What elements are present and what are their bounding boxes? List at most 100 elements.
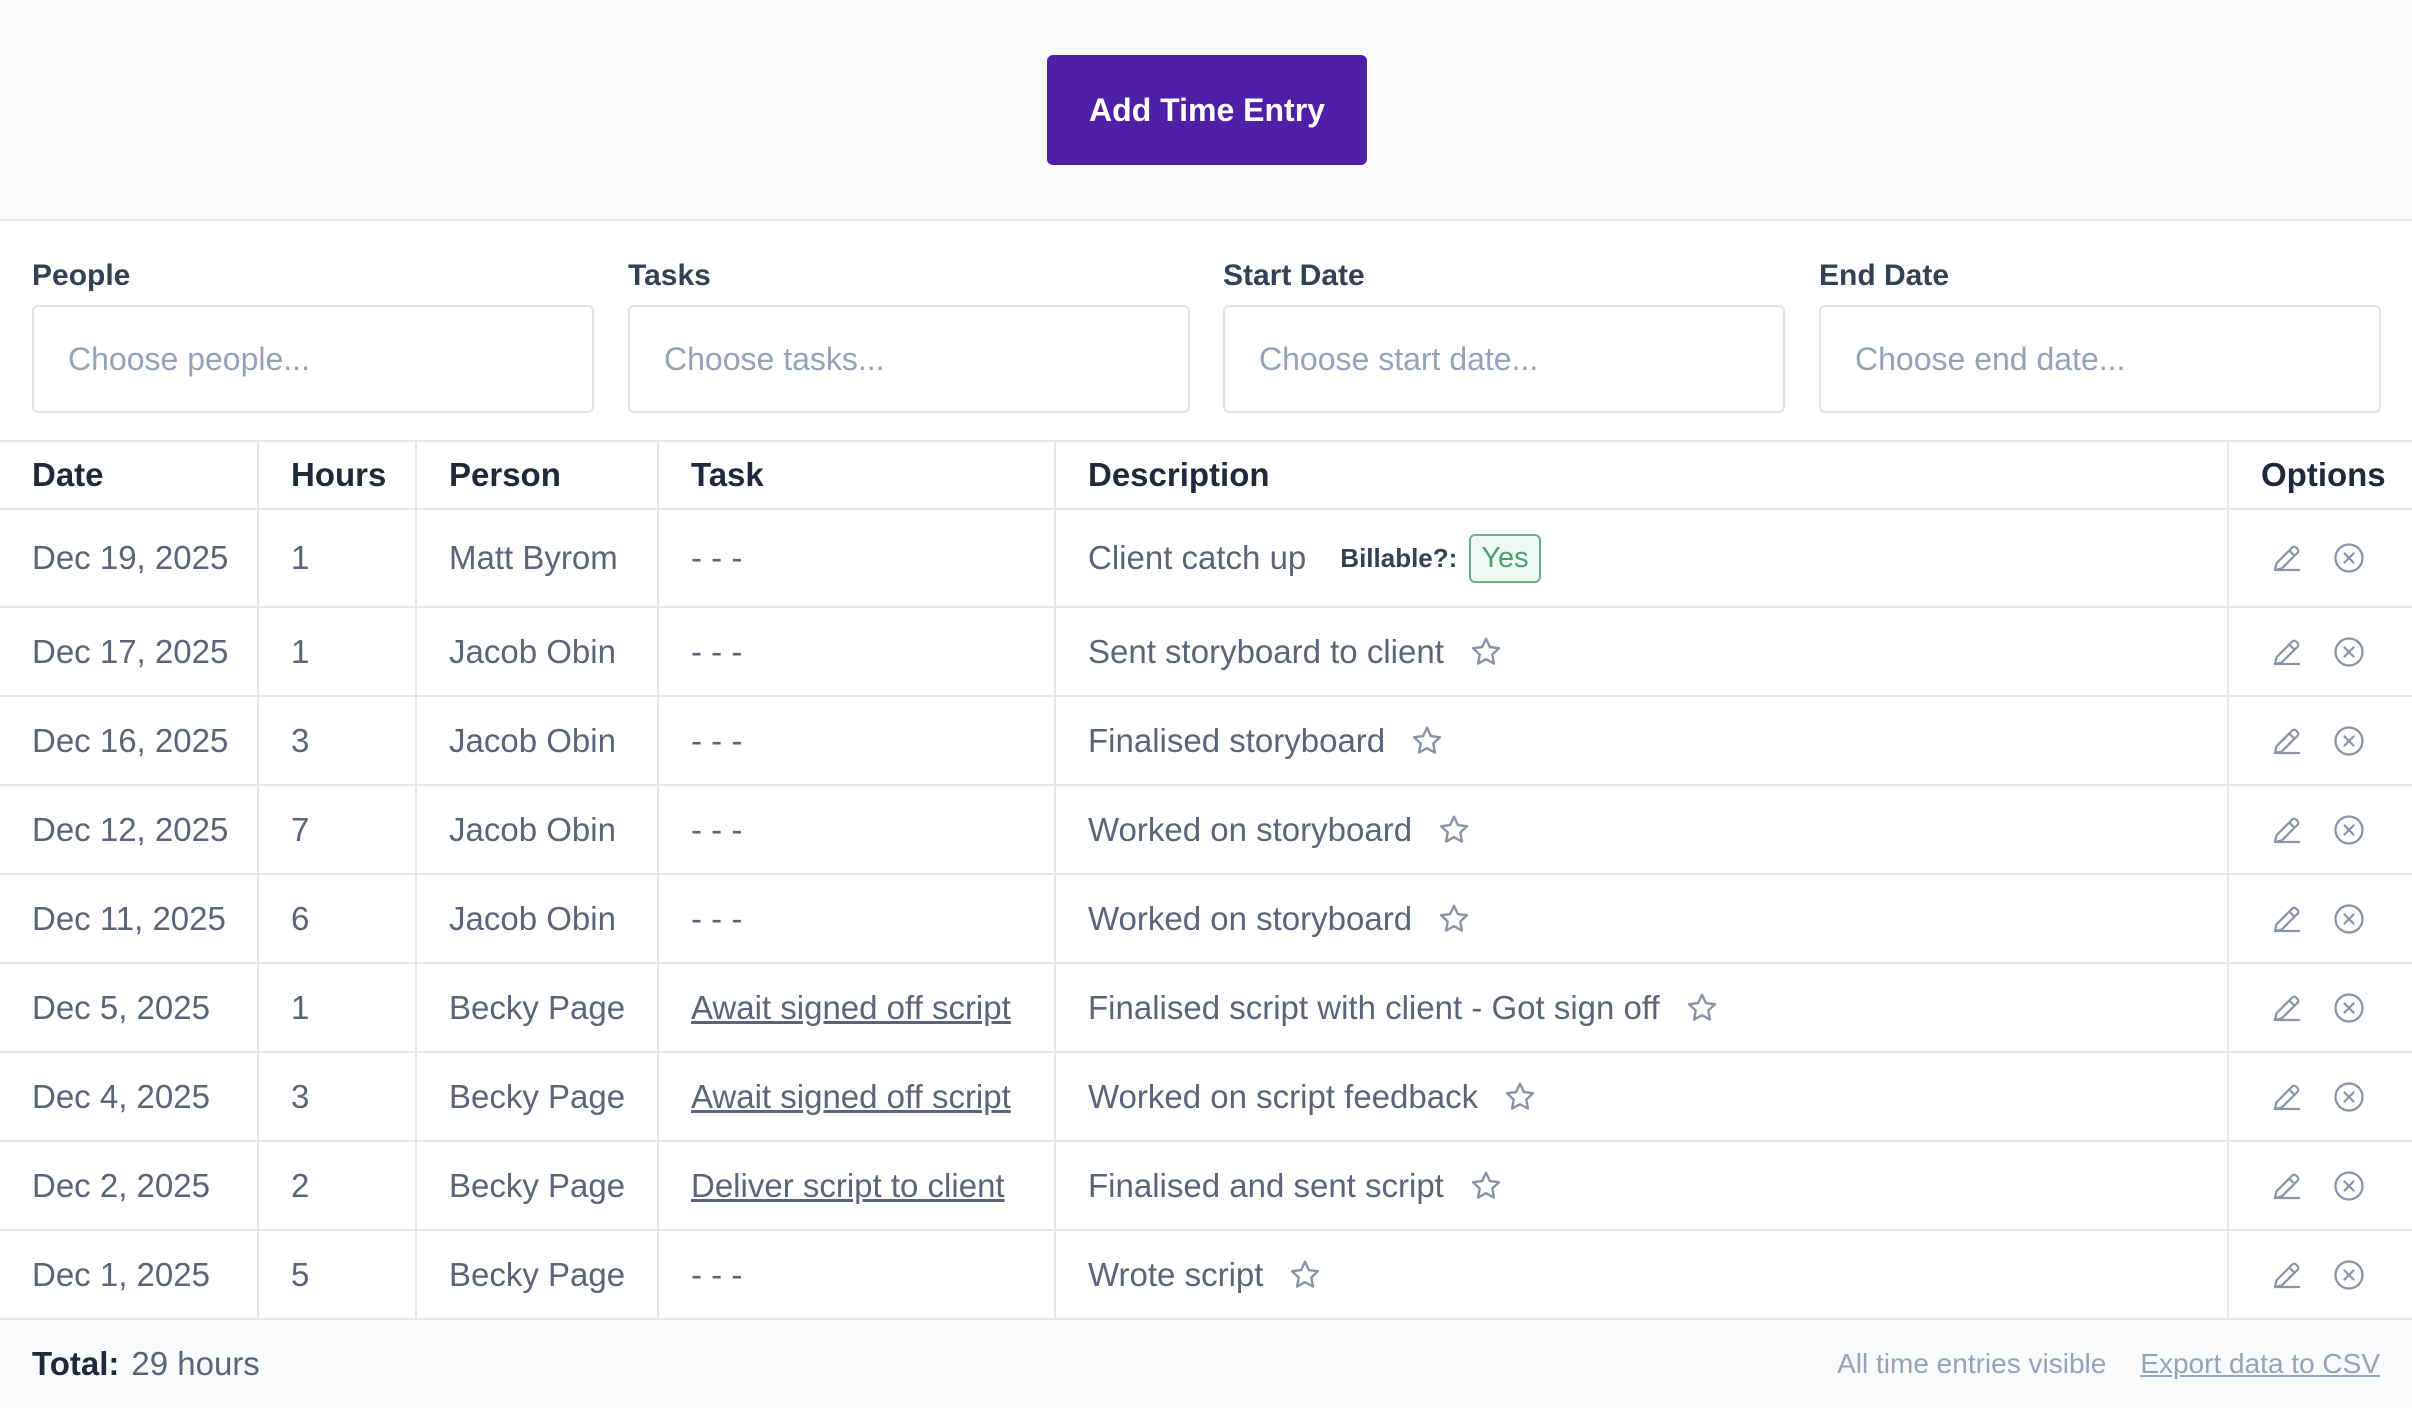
table-footer: Total: 29 hours All time entries visible… — [0, 1320, 2412, 1408]
column-header-person[interactable]: Person — [416, 441, 659, 510]
task-link[interactable]: Deliver script to client — [691, 1167, 1005, 1204]
star-icon[interactable] — [1468, 1168, 1504, 1204]
column-header-task[interactable]: Task — [658, 441, 1056, 510]
cell-date: Dec 16, 2025 — [0, 696, 259, 786]
description-text: Finalised and sent script — [1088, 1166, 1444, 1204]
people-filter-label: People — [32, 259, 131, 292]
star-icon[interactable] — [1436, 901, 1472, 937]
edit-icon[interactable] — [2269, 1168, 2305, 1204]
cell-date: Dec 5, 2025 — [0, 963, 259, 1053]
cell-task: - - - — [658, 1230, 1056, 1320]
cell-hours: 5 — [258, 1230, 417, 1320]
table-header-row: Date Hours Person Task Description Optio… — [0, 441, 2412, 510]
task-link[interactable]: Await signed off script — [691, 1078, 1011, 1115]
cell-description: Finalised script with client - Got sign … — [1055, 963, 2229, 1053]
edit-icon[interactable] — [2269, 634, 2305, 670]
star-icon[interactable] — [1436, 812, 1472, 848]
delete-icon[interactable] — [2331, 634, 2367, 670]
cell-task: - - - — [658, 696, 1056, 786]
star-icon[interactable] — [1468, 634, 1504, 670]
cell-options — [2228, 607, 2412, 697]
column-header-description[interactable]: Description — [1055, 441, 2229, 510]
table-row: Dec 12, 2025 7 Jacob Obin - - - Worked on st… — [0, 785, 2412, 875]
cell-date: Dec 12, 2025 — [0, 785, 259, 875]
tasks-select[interactable]: Choose tasks... — [628, 305, 1190, 413]
cell-date: Dec 19, 2025 — [0, 509, 259, 608]
table-row: Dec 17, 2025 1 Jacob Obin - - - Sent storybo… — [0, 607, 2412, 697]
task-empty: - - - — [691, 632, 743, 670]
edit-icon[interactable] — [2269, 1079, 2305, 1115]
description-text: Finalised script with client - Got sign … — [1088, 988, 1660, 1026]
star-icon[interactable] — [1409, 723, 1445, 759]
cell-description: Finalised and sent script — [1055, 1141, 2229, 1231]
star-icon[interactable] — [1287, 1257, 1323, 1293]
end-date-input[interactable]: Choose end date... — [1819, 305, 2381, 413]
add-time-entry-button[interactable]: Add Time Entry — [1047, 55, 1367, 165]
edit-icon[interactable] — [2269, 901, 2305, 937]
task-empty: - - - — [691, 810, 743, 848]
cell-date: Dec 17, 2025 — [0, 607, 259, 697]
top-bar: Add Time Entry — [0, 0, 2412, 221]
cell-person: Becky Page — [416, 1052, 659, 1142]
cell-options — [2228, 963, 2412, 1053]
cell-hours: 7 — [258, 785, 417, 875]
task-link[interactable]: Await signed off script — [691, 989, 1011, 1026]
cell-hours: 3 — [258, 1052, 417, 1142]
delete-icon[interactable] — [2331, 540, 2367, 576]
total-hours: 29 hours — [131, 1345, 260, 1382]
star-icon[interactable] — [1502, 1079, 1538, 1115]
cell-task: Await signed off script — [658, 1052, 1056, 1142]
task-empty: - - - — [691, 721, 743, 759]
edit-icon[interactable] — [2269, 1257, 2305, 1293]
cell-description: Sent storyboard to client — [1055, 607, 2229, 697]
total-label: Total: — [32, 1345, 120, 1382]
billable-label: Billable?: — [1340, 542, 1458, 573]
cell-person: Jacob Obin — [416, 874, 659, 964]
cell-task: - - - — [658, 509, 1056, 608]
cell-date: Dec 4, 2025 — [0, 1052, 259, 1142]
table-row: Dec 5, 2025 1 Becky Page Await signed off s… — [0, 963, 2412, 1053]
column-header-date[interactable]: Date — [0, 441, 259, 510]
cell-hours: 1 — [258, 963, 417, 1053]
cell-description: Worked on script feedback — [1055, 1052, 2229, 1142]
export-csv-link[interactable]: Export data to CSV — [2140, 1348, 2380, 1380]
delete-icon[interactable] — [2331, 990, 2367, 1026]
cell-task: - - - — [658, 785, 1056, 875]
table-row: Dec 19, 2025 1 Matt Byrom - - - Client catch… — [0, 509, 2412, 608]
edit-icon[interactable] — [2269, 723, 2305, 759]
delete-icon[interactable] — [2331, 901, 2367, 937]
delete-icon[interactable] — [2331, 723, 2367, 759]
description-text: Worked on script feedback — [1088, 1077, 1479, 1115]
edit-icon[interactable] — [2269, 540, 2305, 576]
edit-icon[interactable] — [2269, 990, 2305, 1026]
end-date-filter: End Date Choose end date... — [1819, 255, 2381, 413]
delete-icon[interactable] — [2331, 1257, 2367, 1293]
cell-person: Jacob Obin — [416, 607, 659, 697]
cell-person: Matt Byrom — [416, 509, 659, 608]
table-row: Dec 1, 2025 5 Becky Page - - - Wrote script — [0, 1230, 2412, 1320]
star-icon[interactable] — [1684, 990, 1720, 1026]
cell-task: - - - — [658, 874, 1056, 964]
table-row: Dec 2, 2025 2 Becky Page Deliver script to … — [0, 1141, 2412, 1231]
description-text: Worked on storyboard — [1088, 810, 1413, 848]
cell-person: Jacob Obin — [416, 696, 659, 786]
cell-person: Becky Page — [416, 1141, 659, 1231]
cell-options — [2228, 1141, 2412, 1231]
delete-icon[interactable] — [2331, 812, 2367, 848]
people-select[interactable]: Choose people... — [32, 305, 594, 413]
cell-task: Deliver script to client — [658, 1141, 1056, 1231]
cell-date: Dec 1, 2025 — [0, 1230, 259, 1320]
delete-icon[interactable] — [2331, 1168, 2367, 1204]
cell-person: Becky Page — [416, 963, 659, 1053]
billable-badge: Yes — [1469, 533, 1541, 583]
cell-hours: 6 — [258, 874, 417, 964]
start-date-label: Start Date — [1223, 259, 1365, 292]
tasks-filter-label: Tasks — [628, 259, 711, 292]
start-date-input[interactable]: Choose start date... — [1223, 305, 1785, 413]
column-header-hours[interactable]: Hours — [258, 441, 417, 510]
edit-icon[interactable] — [2269, 812, 2305, 848]
description-text: Client catch up — [1088, 539, 1307, 576]
delete-icon[interactable] — [2331, 1079, 2367, 1115]
cell-description: Worked on storyboard — [1055, 874, 2229, 964]
table-row: Dec 4, 2025 3 Becky Page Await signed off s… — [0, 1052, 2412, 1142]
